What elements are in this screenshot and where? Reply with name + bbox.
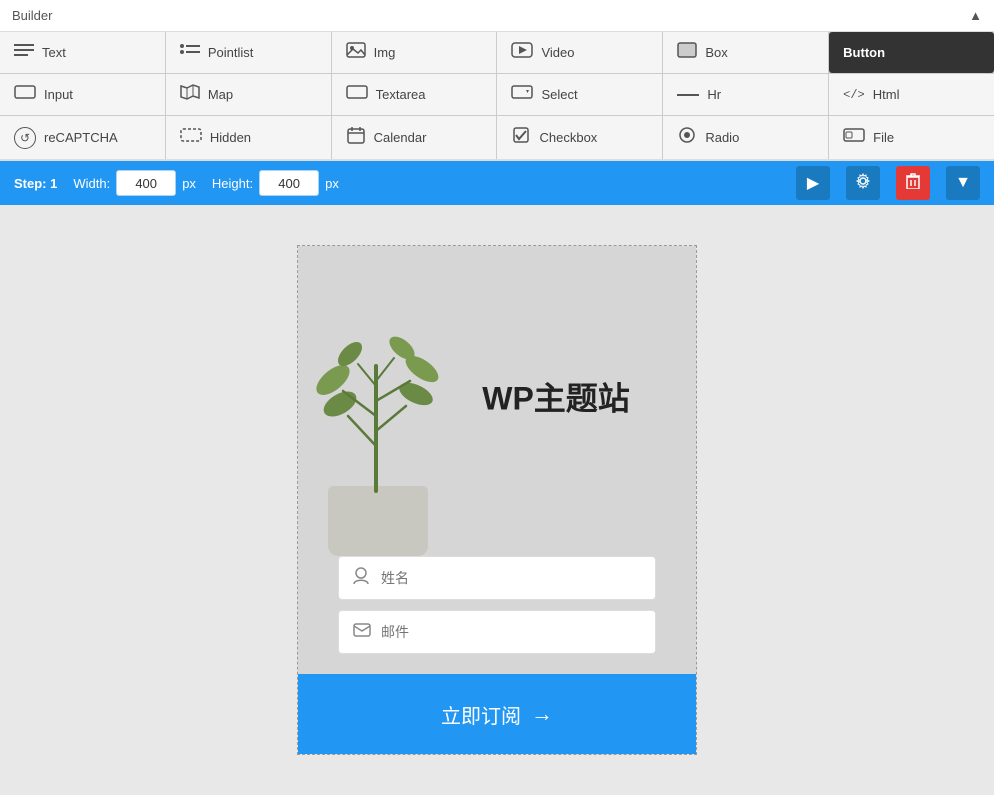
toolbar-item-button[interactable]: Button: [829, 32, 994, 73]
toolbar-item-select[interactable]: Select: [497, 74, 662, 115]
hr-icon: [677, 86, 699, 104]
toolbar-checkbox-label: Checkbox: [539, 130, 597, 145]
email-field-icon: [353, 623, 371, 641]
widget-fields: [298, 556, 696, 674]
toolbar-captcha-label: reCAPTCHA: [44, 130, 118, 145]
settings-icon: [855, 173, 871, 194]
toolbar-hidden-label: Hidden: [210, 130, 251, 145]
box-icon: [677, 42, 697, 63]
toolbar-item-pointlist[interactable]: Pointlist: [166, 32, 331, 73]
play-icon: ▶: [807, 173, 819, 193]
settings-button[interactable]: [846, 166, 880, 200]
hidden-icon: [180, 128, 202, 147]
plant-decoration: [298, 286, 498, 556]
canvas-area: WP主题站 立即订阅 →: [0, 205, 994, 795]
height-input[interactable]: [259, 170, 319, 196]
img-icon: [346, 42, 366, 63]
cta-arrow: →: [531, 701, 553, 727]
height-unit: px: [325, 176, 339, 191]
file-icon: [843, 128, 865, 147]
toolbar-text-label: Text: [42, 45, 66, 60]
captcha-icon: ↺: [14, 127, 36, 149]
toolbar-item-video[interactable]: Video: [497, 32, 662, 73]
toolbar-input-label: Input: [44, 87, 73, 102]
name-field-icon: [353, 567, 371, 589]
builder-titlebar: Builder ▲: [0, 0, 994, 32]
toolbar-pointlist-label: Pointlist: [208, 45, 254, 60]
toolbar-item-calendar[interactable]: Calendar: [332, 116, 497, 159]
toolbar-item-map[interactable]: Map: [166, 74, 331, 115]
select-icon: [511, 85, 533, 104]
toolbar-calendar-label: Calendar: [374, 130, 427, 145]
calendar-icon: [346, 126, 366, 149]
toolbar-item-hidden[interactable]: Hidden: [166, 116, 331, 159]
width-field-group: Width: px: [73, 170, 196, 196]
toolbar-button-label: Button: [843, 45, 885, 60]
name-input[interactable]: [381, 570, 641, 586]
cta-text: 立即订阅: [441, 700, 521, 729]
widget-image-section: WP主题站: [298, 246, 696, 556]
toolbar-item-box[interactable]: Box: [663, 32, 828, 73]
height-field-group: Height: px: [212, 170, 339, 196]
toolbar-box-label: Box: [705, 45, 727, 60]
toolbar-item-captcha[interactable]: ↺ reCAPTCHA: [0, 116, 165, 159]
width-unit: px: [182, 176, 196, 191]
widget-cta[interactable]: 立即订阅 →: [298, 674, 696, 754]
step-bar: Step: 1 Width: px Height: px ▶ ▼: [0, 161, 994, 205]
play-button[interactable]: ▶: [796, 166, 830, 200]
toolbar-video-label: Video: [541, 45, 574, 60]
video-icon: [511, 42, 533, 63]
text-icon: [14, 42, 34, 63]
toolbar-map-label: Map: [208, 87, 233, 102]
toolbar-item-text[interactable]: Text: [0, 32, 165, 73]
toolbar-item-textarea[interactable]: Textarea: [332, 74, 497, 115]
toolbar-item-file[interactable]: File: [829, 116, 994, 159]
toolbar-radio-label: Radio: [705, 130, 739, 145]
expand-button[interactable]: ▼: [946, 166, 980, 200]
delete-button[interactable]: [896, 166, 930, 200]
plant-svg: [298, 286, 498, 556]
pointlist-icon: [180, 42, 200, 63]
input-icon: [14, 85, 36, 104]
step-label: Step: 1: [14, 176, 57, 191]
widget-inner: WP主题站 立即订阅 →: [298, 246, 696, 754]
html-icon: </>: [843, 88, 865, 102]
toolbar-hr-label: Hr: [707, 87, 721, 102]
collapse-icon[interactable]: ▲: [969, 8, 982, 23]
email-input[interactable]: [381, 624, 641, 640]
email-field[interactable]: [338, 610, 656, 654]
width-label: Width:: [73, 176, 110, 191]
builder-title: Builder: [12, 8, 52, 23]
toolbar-file-label: File: [873, 130, 894, 145]
toolbar-item-checkbox[interactable]: Checkbox: [497, 116, 662, 159]
height-label: Height:: [212, 176, 253, 191]
toolbar: Text Pointlist Img Video Box Button Inpu…: [0, 32, 994, 161]
toolbar-img-label: Img: [374, 45, 396, 60]
checkbox-icon: [511, 127, 531, 148]
textarea-icon: [346, 85, 368, 104]
toolbar-select-label: Select: [541, 87, 577, 102]
expand-icon: ▼: [955, 174, 971, 192]
toolbar-item-radio[interactable]: Radio: [663, 116, 828, 159]
toolbar-item-hr[interactable]: Hr: [663, 74, 828, 115]
name-field[interactable]: [338, 556, 656, 600]
widget-title: WP主题站: [482, 373, 630, 419]
toolbar-textarea-label: Textarea: [376, 87, 426, 102]
map-icon: [180, 84, 200, 105]
width-input[interactable]: [116, 170, 176, 196]
toolbar-item-img[interactable]: Img: [332, 32, 497, 73]
toolbar-item-input[interactable]: Input: [0, 74, 165, 115]
form-widget: WP主题站 立即订阅 →: [297, 245, 697, 755]
toolbar-html-label: Html: [873, 87, 900, 102]
radio-icon: [677, 127, 697, 148]
delete-icon: [906, 173, 920, 194]
toolbar-item-html[interactable]: </> Html: [829, 74, 994, 115]
